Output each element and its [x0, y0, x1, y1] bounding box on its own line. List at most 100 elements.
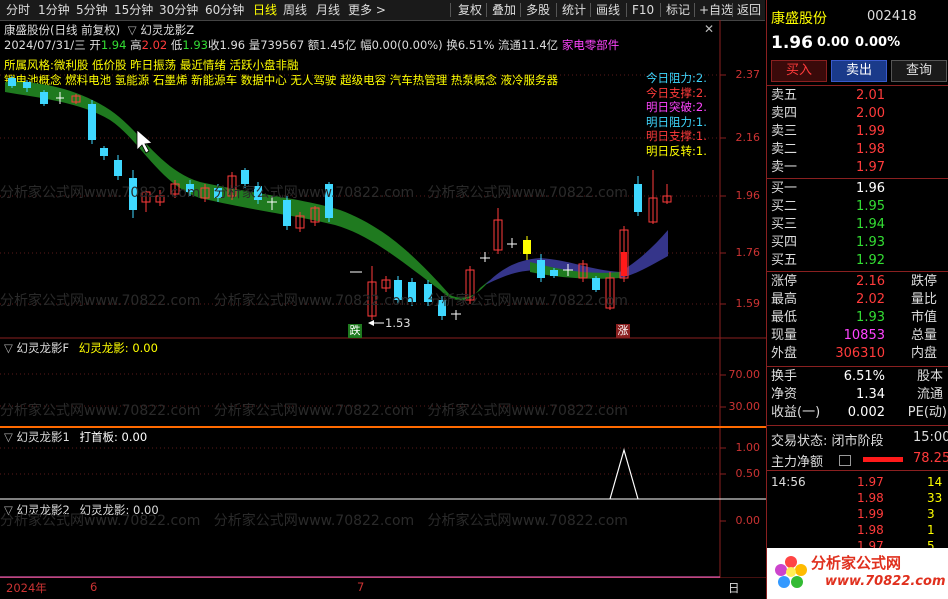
up-badge: 涨 [616, 324, 630, 338]
f10-button[interactable]: F10 [632, 2, 654, 18]
quote-panel: 康盛股份 002418 1.96 0.00 0.00% 买入 卖出 查询 卖五 2… [766, 0, 948, 599]
expand-icon[interactable]: ▽ [4, 341, 13, 355]
panel1-axis-label: 30.00 [728, 400, 761, 413]
toolbar-divider [694, 3, 695, 17]
toolbar-divider [486, 3, 487, 17]
price-change-pct: 0.00% [855, 35, 901, 50]
yaxis-label: 2.16 [735, 131, 761, 144]
tab-monthly[interactable]: 月线 [316, 2, 340, 18]
tab-more[interactable]: 更多 > [348, 2, 386, 18]
toolbar-divider [660, 3, 661, 17]
ask-row: 卖四 2.00 [771, 106, 885, 121]
logo-url: www.70822.com [825, 574, 946, 589]
tab-daily[interactable]: 日线 [253, 2, 277, 18]
panel2-axis-label: 0.50 [735, 467, 761, 480]
toolbar-divider [520, 3, 521, 17]
main-flow-value: 78.25 [913, 451, 948, 466]
panel1-header: ▽ 幻灵龙影F 幻灵龙影: 0.00 [0, 340, 765, 356]
statistics-button[interactable]: 统计 [562, 2, 586, 18]
stat-row: 换手 6.51% 股本 [771, 369, 943, 384]
timeline-end: 日 [728, 581, 740, 595]
toolbar-divider [450, 3, 451, 17]
expand-icon[interactable]: ▽ [4, 503, 13, 517]
bid-row: 买五 1.92 [771, 253, 885, 268]
back-button[interactable]: 返回 [737, 2, 761, 18]
bid-row: 买一 1.96 [771, 181, 885, 196]
stat-row: 外盘 306310 内盘 [771, 346, 937, 361]
trade-state: 交易状态: 闭市阶段 [771, 434, 884, 449]
panel1-value: 幻灵龙影: 0.00 [78, 341, 158, 355]
sell-button[interactable]: 卖出 [831, 60, 887, 82]
tick-row: 1.98 33 [857, 491, 943, 505]
toolbar-divider [556, 3, 557, 17]
panel2-axis-label: 1.00 [735, 441, 761, 454]
yaxis-label: 1.96 [735, 189, 761, 202]
toolbar-divider [732, 3, 733, 17]
tab-30min[interactable]: 30分钟 [159, 2, 198, 18]
main-flow-bar [863, 457, 903, 462]
adjust-button[interactable]: 复权 [458, 2, 482, 18]
tab-1min[interactable]: 1分钟 [38, 2, 70, 18]
down-badge: 跌 [348, 324, 362, 338]
tab-15min[interactable]: 15分钟 [114, 2, 153, 18]
tab-60min[interactable]: 60分钟 [205, 2, 244, 18]
tick-row: 14:56 1.97 14 [771, 475, 943, 489]
panel3-indicator[interactable]: 幻灵龙影2 [17, 503, 70, 517]
trade-time: 15:00 [913, 430, 948, 445]
period-toolbar: 分时 1分钟 5分钟 15分钟 30分钟 60分钟 日线 周线 月线 更多 > … [0, 0, 765, 21]
tick-row: 1.98 1 [857, 523, 935, 537]
timeline-year: 2024年 [6, 581, 47, 595]
multi-stock-button[interactable]: 多股 [526, 2, 550, 18]
timeline-month: 7 [357, 580, 365, 594]
last-price: 1.96 [771, 33, 813, 53]
flower-logo-icon [775, 556, 807, 588]
panel2-value: 打首板: 0.00 [79, 430, 148, 444]
buy-button[interactable]: 买入 [771, 60, 827, 82]
panel1-indicator[interactable]: 幻灵龙影F [17, 341, 70, 355]
draw-line-button[interactable]: 画线 [596, 2, 620, 18]
timeline-month: 6 [90, 580, 98, 594]
panel3-header: ▽ 幻灵龙影2 幻灵龙影: 0.00 [0, 502, 765, 518]
ask-row: 卖五 2.01 [771, 88, 885, 103]
panel2-header: ▽ 幻灵龙影1 打首板: 0.00 [0, 429, 765, 445]
stock-code: 002418 [867, 9, 917, 24]
overlay-button[interactable]: 叠加 [492, 2, 516, 18]
ask-row: 卖三 1.99 [771, 124, 885, 139]
ask-row: 卖二 1.98 [771, 142, 885, 157]
stat-row: 最低 1.93 市值 [771, 310, 937, 325]
panel2-indicator[interactable]: 幻灵龙影1 [17, 430, 70, 444]
toolbar-divider [626, 3, 627, 17]
stat-row: 最高 2.02 量比 [771, 292, 937, 307]
price-change: 0.00 [817, 35, 850, 50]
site-logo: 分析家公式网 www.70822.com [767, 548, 948, 599]
bid-row: 买二 1.95 [771, 199, 885, 214]
panel3-axis-label: 0.00 [735, 514, 761, 527]
stat-row: 净资 1.34 流通 [771, 387, 943, 402]
list-icon[interactable] [839, 455, 851, 466]
kline-chart[interactable] [0, 20, 766, 580]
toolbar-divider [590, 3, 591, 17]
yaxis-label: 1.76 [735, 246, 761, 259]
yaxis-label: 1.59 [735, 297, 761, 310]
tick-row: 1.99 3 [857, 507, 935, 521]
ask-row: 卖一 1.97 [771, 160, 885, 175]
tab-weekly[interactable]: 周线 [283, 2, 307, 18]
panel1-axis-label: 70.00 [728, 368, 761, 381]
logo-title: 分析家公式网 [811, 554, 902, 572]
tick-list[interactable]: 14:56 1.97 14 1.98 33 1.99 3 1.98 1 1.97 5 [771, 474, 947, 554]
stock-name: 康盛股份 [771, 11, 827, 27]
tab-5min[interactable]: 5分钟 [76, 2, 108, 18]
timeline[interactable]: 2024年 6 7 日 [0, 578, 766, 599]
tab-intraday[interactable]: 分时 [6, 2, 30, 18]
expand-icon[interactable]: ▽ [4, 430, 13, 444]
panel3-value: 幻灵龙影: 0.00 [79, 503, 159, 517]
query-button[interactable]: 查询 [891, 60, 947, 82]
main-flow-label: 主力净额 [771, 455, 824, 470]
mark-button[interactable]: 标记 [666, 2, 690, 18]
stat-row: 现量 10853 总量 [771, 328, 937, 343]
stat-row: 收益(一) 0.002 PE(动) [771, 405, 947, 420]
bid-row: 买四 1.93 [771, 235, 885, 250]
low-price-marker: 1.53 [385, 316, 411, 330]
yaxis-label: 2.37 [735, 68, 761, 81]
add-watchlist-button[interactable]: +自选 [699, 2, 733, 18]
